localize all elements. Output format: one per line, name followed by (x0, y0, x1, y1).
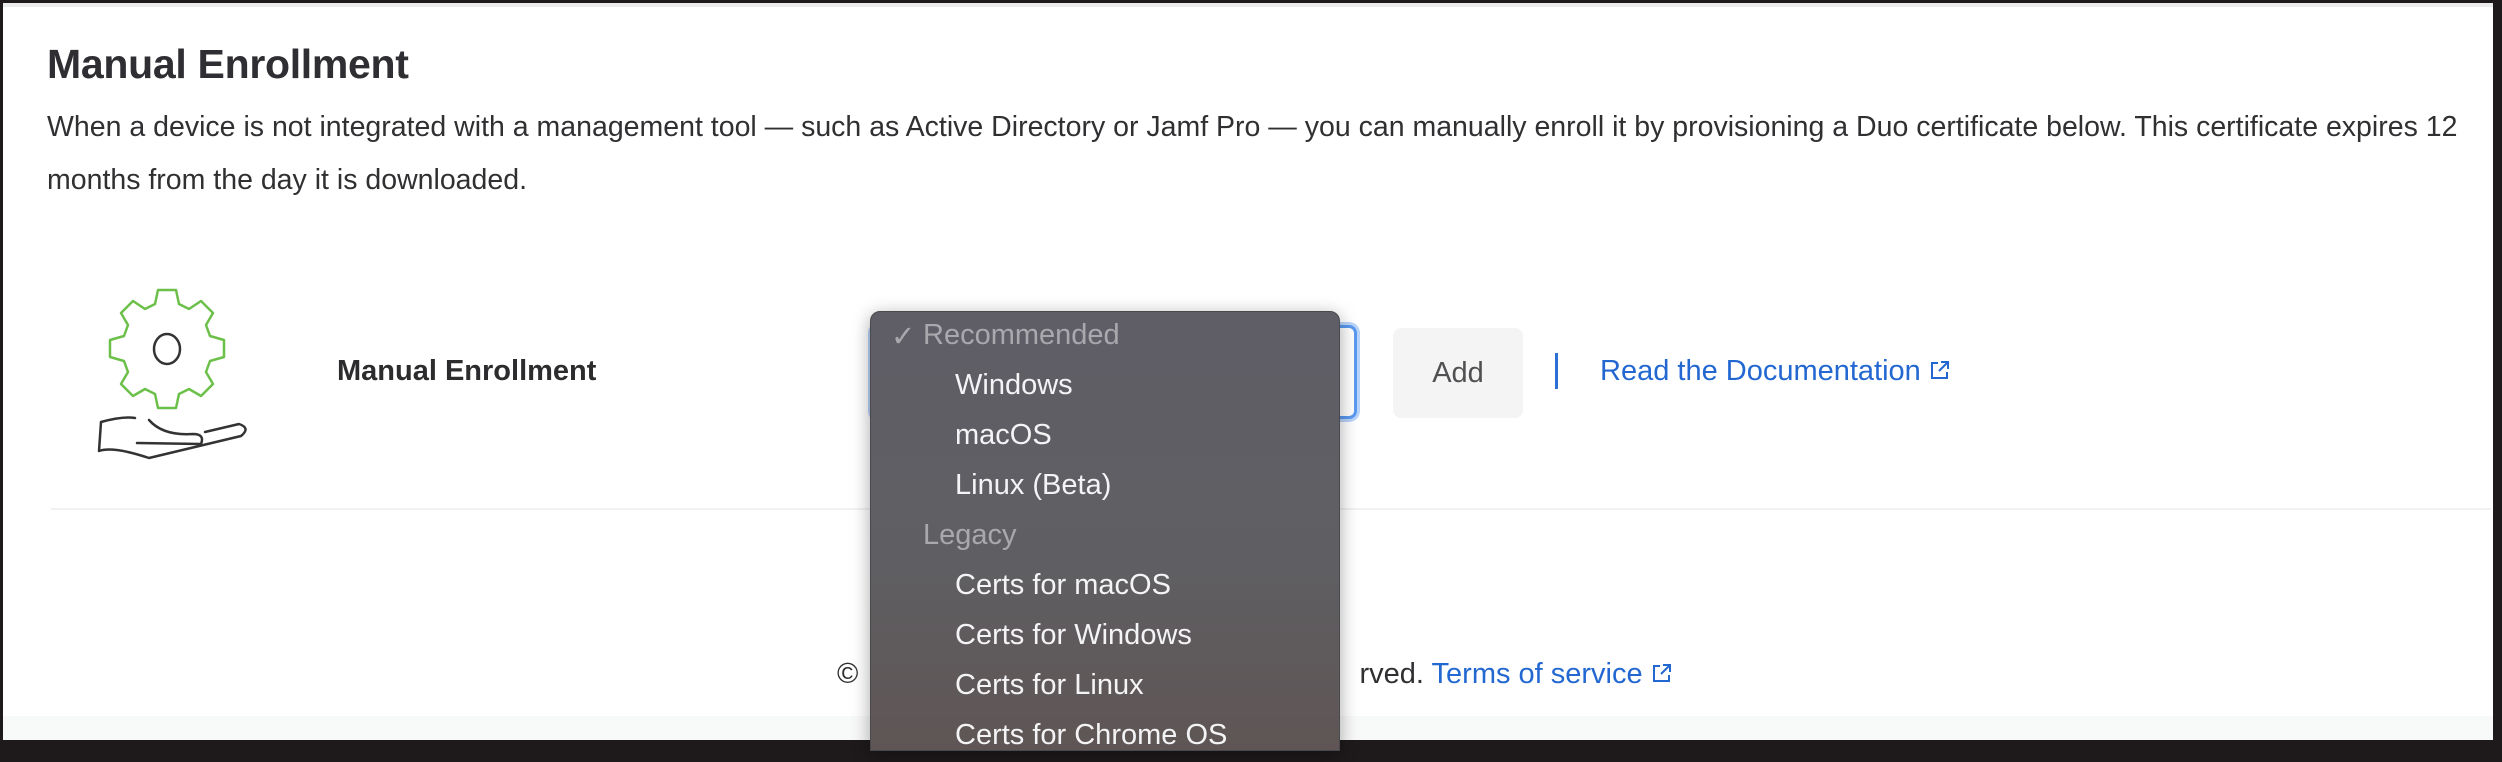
terms-of-service-link[interactable]: Terms of service (1432, 658, 1673, 690)
menu-group-recommended[interactable]: ✓ Recommended (871, 312, 1339, 362)
enrollment-row-label: Manual Enrollment (337, 355, 597, 387)
platform-dropdown-menu[interactable]: ✓ Recommended Windows macOS Linux (Beta)… (870, 311, 1340, 751)
menu-item-certs-windows[interactable]: Certs for Windows (871, 612, 1339, 662)
add-button[interactable]: Add (1393, 328, 1523, 418)
external-link-icon (1652, 664, 1671, 682)
menu-item-certs-macos[interactable]: Certs for macOS (871, 562, 1339, 612)
read-documentation-link[interactable]: Read the Documentation (1600, 355, 1951, 388)
read-documentation-label: Read the Documentation (1600, 355, 1921, 387)
menu-item-certs-chrome-os[interactable]: Certs for Chrome OS (871, 712, 1339, 762)
separator (1555, 353, 1558, 389)
footer-rights-text: rved. (1359, 658, 1424, 690)
terms-of-service-label: Terms of service (1431, 658, 1643, 690)
external-link-icon (1930, 361, 1949, 379)
hand-icon (97, 416, 247, 460)
menu-group-legacy: Legacy (923, 519, 1017, 551)
gear-icon (108, 288, 226, 410)
gear-in-hand-icon (97, 288, 247, 460)
checkmark-icon: ✓ (891, 321, 916, 353)
menu-item-windows[interactable]: Windows (871, 362, 1339, 412)
page-description: When a device is not integrated with a m… (47, 111, 2458, 196)
menu-item-linux-beta[interactable]: Linux (Beta) (871, 462, 1339, 512)
menu-item-macos[interactable]: macOS (871, 412, 1339, 462)
menu-item-certs-linux[interactable]: Certs for Linux (871, 662, 1339, 712)
copyright-symbol: © (837, 658, 859, 690)
page-heading: Manual Enrollment (47, 41, 409, 87)
